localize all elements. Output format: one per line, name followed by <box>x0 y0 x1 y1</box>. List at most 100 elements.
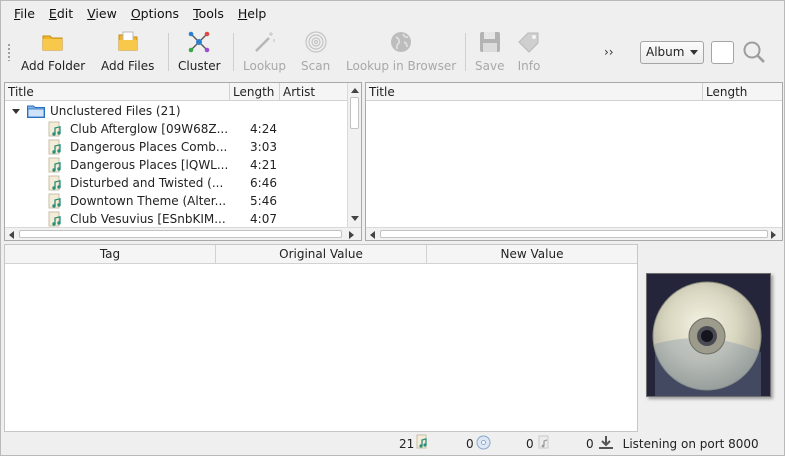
menu-mnemonic: E <box>48 6 57 21</box>
menu-label-rest: ile <box>20 6 35 21</box>
column-artist[interactable]: Artist <box>280 83 347 101</box>
fingerprint-icon <box>303 29 329 55</box>
file-length: 4:21 <box>250 158 277 172</box>
file-title: Club Vesuvius [ESnbKIM... <box>70 212 226 226</box>
menu-label-rest: dit <box>56 6 74 21</box>
file-row[interactable]: Dangerous Places [lQWL... 4:21 <box>5 156 347 174</box>
save-button[interactable]: Save <box>475 29 504 75</box>
metadata-pane: Tag Original Value New Value <box>4 244 638 432</box>
scan-label: Scan <box>301 59 331 73</box>
file-length: 5:46 <box>250 194 277 208</box>
scroll-thumb[interactable] <box>19 230 342 238</box>
column-length[interactable]: Length <box>230 83 280 101</box>
column-title[interactable]: Title <box>366 83 703 101</box>
add-folder-button[interactable]: Add Folder <box>21 29 85 75</box>
toolbar-separator <box>465 33 466 71</box>
menu-tools[interactable]: Tools <box>186 1 231 25</box>
menu-options[interactable]: Options <box>124 1 186 25</box>
lookup-in-browser-button[interactable]: Lookup in Browser <box>346 29 456 75</box>
scroll-right-icon[interactable] <box>349 231 354 239</box>
menubar: File Edit View Options Tools Help <box>1 1 784 25</box>
cluster-label: Unclustered Files (21) <box>50 104 181 118</box>
download-icon <box>598 435 614 454</box>
album-pane-header: Title Length <box>366 83 782 101</box>
info-button[interactable]: Info <box>516 29 542 75</box>
file-row[interactable]: Dangerous Places Comb... 3:03 <box>5 138 347 156</box>
expand-arrow-icon[interactable] <box>12 109 20 114</box>
menu-label-rest: elp <box>247 6 267 21</box>
file-length: 6:46 <box>250 176 277 190</box>
lookup-in-browser-label: Lookup in Browser <box>346 59 457 73</box>
toolbar-separator <box>168 33 169 71</box>
file-row[interactable]: Club Afterglow [09W68Z... 4:24 <box>5 120 347 138</box>
file-row[interactable]: Club Vesuvius [ESnbKIM... 4:07 <box>5 210 347 228</box>
status-files-count: 21 <box>399 437 415 451</box>
column-tag[interactable]: Tag <box>5 245 216 263</box>
scroll-thumb[interactable] <box>350 97 359 129</box>
scroll-left-icon[interactable] <box>370 231 375 239</box>
cluster-row[interactable]: Unclustered Files (21) <box>5 102 347 120</box>
scroll-right-icon[interactable] <box>771 231 776 239</box>
status-requests-count: 0 <box>586 437 594 451</box>
menu-help[interactable]: Help <box>231 1 274 25</box>
file-row[interactable]: Downtown Theme (Alter... 5:46 <box>5 192 347 210</box>
file-length: 4:24 <box>250 122 277 136</box>
file-row[interactable]: Disturbed and Twisted (... 6:46 <box>5 174 347 192</box>
scan-button[interactable]: Scan <box>301 29 330 75</box>
disc-icon <box>476 435 491 454</box>
file-length: 3:03 <box>250 140 277 154</box>
status-albums: 0 <box>466 435 491 454</box>
info-label: Info <box>517 59 541 73</box>
menu-label-rest: ptions <box>140 6 180 21</box>
pending-file-icon <box>538 435 550 454</box>
file-pane-header: Title Length Artist <box>5 83 347 101</box>
column-length[interactable]: Length <box>703 83 782 101</box>
search-input[interactable] <box>711 41 734 64</box>
file-title: Downtown Theme (Alter... <box>70 194 227 208</box>
search-type-value: Album <box>646 45 685 59</box>
column-new-value[interactable]: New Value <box>427 245 637 263</box>
status-bar: 21 0 0 0 Listening on port 8000 <box>1 432 784 455</box>
column-title[interactable]: Title <box>5 83 230 101</box>
status-pending-files: 0 <box>526 435 550 454</box>
add-files-label: Add Files <box>101 59 155 73</box>
scroll-thumb[interactable] <box>380 230 768 238</box>
menu-file[interactable]: File <box>7 1 42 25</box>
folder-icon <box>40 29 66 55</box>
album-pane-hscrollbar[interactable] <box>366 227 782 240</box>
menu-mnemonic: H <box>237 6 248 21</box>
toolbar-overflow-button[interactable]: ›› <box>604 45 614 59</box>
cluster-button[interactable]: Cluster <box>178 29 221 75</box>
menu-edit[interactable]: Edit <box>42 1 80 25</box>
scroll-left-icon[interactable] <box>9 231 14 239</box>
file-pane: Title Length Artist Unclustered Files (2… <box>4 82 362 241</box>
file-title: Disturbed and Twisted (... <box>70 176 224 190</box>
status-requests: 0 Listening on port 8000 <box>586 435 759 454</box>
scroll-up-icon[interactable] <box>351 88 359 93</box>
menu-label-rest: ools <box>198 6 224 21</box>
status-message: Listening on port 8000 <box>622 437 759 451</box>
scroll-down-icon[interactable] <box>351 216 359 221</box>
file-title: Dangerous Places [lQWL... <box>70 158 229 172</box>
cluster-icon <box>186 29 212 55</box>
menu-mnemonic: O <box>130 6 141 21</box>
add-files-icon <box>115 29 141 55</box>
add-folder-label: Add Folder <box>21 59 86 73</box>
add-files-button[interactable]: Add Files <box>101 29 154 75</box>
search-type-select[interactable]: Album <box>640 41 704 64</box>
column-original-value[interactable]: Original Value <box>216 245 427 263</box>
magic-wand-icon <box>251 29 277 55</box>
globe-icon <box>388 29 414 55</box>
cover-art[interactable] <box>646 273 771 397</box>
search-icon[interactable] <box>741 39 767 65</box>
toolbar-grip[interactable] <box>7 43 11 61</box>
file-pane-hscrollbar[interactable] <box>5 227 361 240</box>
lookup-button[interactable]: Lookup <box>243 29 286 75</box>
menu-view[interactable]: View <box>80 1 124 25</box>
picard-window: File Edit View Options Tools Help Add Folder <box>0 0 785 456</box>
lookup-label: Lookup <box>243 59 286 73</box>
status-pending-files-count: 0 <box>526 437 534 451</box>
album-pane: Title Length <box>365 82 783 241</box>
file-pane-vscrollbar[interactable] <box>347 83 361 228</box>
file-title: Dangerous Places Comb... <box>70 140 228 154</box>
